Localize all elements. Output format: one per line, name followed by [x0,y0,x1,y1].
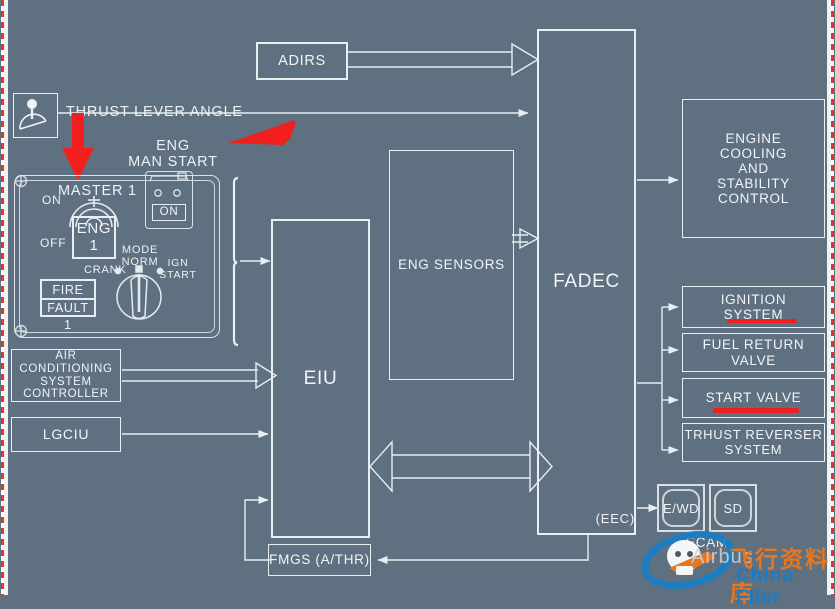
red-underline-ignition-system [727,319,797,323]
master-switch-on-label: ON [42,193,62,207]
red-arrow-left-icon [228,120,296,145]
start-valve-label: START VALVE [705,390,802,406]
sd-label: SD [723,500,743,516]
red-underline-start-valve [713,408,799,413]
lgciu-block[interactable]: LGCIU [11,417,121,452]
fuel-return-valve-label: FUEL RETURN VALVE [702,337,805,368]
fault-label: FAULT [47,300,89,315]
lgciu-label: LGCIU [42,425,90,442]
engine-cooling-block[interactable]: ENGINE COOLING AND STABILITY CONTROL [682,99,825,238]
adirs-label: ADIRS [278,52,326,69]
thrust-lever-angle-label: THRUST LEVER ANGLE [66,104,243,120]
page-edge-white-left [4,0,8,595]
master-switch-off-label: OFF [40,236,67,250]
man-start-on-legend[interactable]: ON [152,204,186,221]
panel-number-label: 1 [63,317,73,332]
fadec-label: FADEC [553,271,620,293]
watermark-chinese-text: 飞行资料库 [730,547,830,607]
ewd-display[interactable]: E/WD [662,489,700,527]
crank-label: CRANK [84,264,127,276]
mode-label: MODE [121,244,159,256]
red-arrow-down-icon [62,113,94,180]
fault-indicator[interactable]: FAULT [40,298,96,317]
eiu-block[interactable]: EIU [271,219,370,538]
thrust-lever-icon-box [13,93,58,138]
adirs-block[interactable]: ADIRS [256,42,348,80]
fire-indicator[interactable]: FIRE [40,279,96,300]
air-conditioning-controller-label: AIR CONDITIONING SYSTEM CONTROLLER [19,349,113,401]
eiu-label: EIU [303,367,338,389]
eng-sensors-block[interactable]: ENG SENSORS [389,150,514,380]
fire-label: FIRE [52,282,84,297]
ewd-label: E/WD [663,500,699,516]
eng-master-switch-button[interactable]: ENG 1 [72,216,116,259]
fmgs-label: FMGS (A/THR) [269,552,370,568]
fadec-block[interactable]: FADEC [537,29,636,535]
ign-start-label: IGN START [159,257,197,281]
thrust-reverser-block[interactable]: TRHUST REVERSER SYSTEM [682,423,825,462]
air-conditioning-controller-block[interactable]: AIR CONDITIONING SYSTEM CONTROLLER [11,349,121,402]
page-edge-dashed-left [1,0,4,595]
master-1-label: MASTER 1 [58,183,137,199]
eng-man-start-label: ENG MAN START [128,138,218,171]
fadec-eec-sublabel: (EEC) [595,511,635,526]
man-start-on-label: ON [159,206,179,219]
eng-sensors-label: ENG SENSORS [398,257,505,273]
sd-display[interactable]: SD [714,489,752,527]
engine-cooling-label: ENGINE COOLING AND STABILITY CONTROL [717,130,790,207]
watermark-english-text: China Flier [736,565,794,608]
fmgs-block[interactable]: FMGS (A/THR) [268,544,371,576]
ecam-group-label: ECAM [685,535,729,550]
eng-master-switch-label: ENG 1 [76,219,112,254]
thrust-lever-icon [19,99,47,130]
fuel-return-valve-block[interactable]: FUEL RETURN VALVE [682,333,825,372]
diagram-canvas: THRUST LEVER ANGLE ENG MAN START MASTER … [0,0,835,608]
thrust-reverser-label: TRHUST REVERSER SYSTEM [684,426,823,457]
ignition-system-label: IGNITION SYSTEM [720,291,787,322]
page-edge-dashed-right [831,0,834,595]
